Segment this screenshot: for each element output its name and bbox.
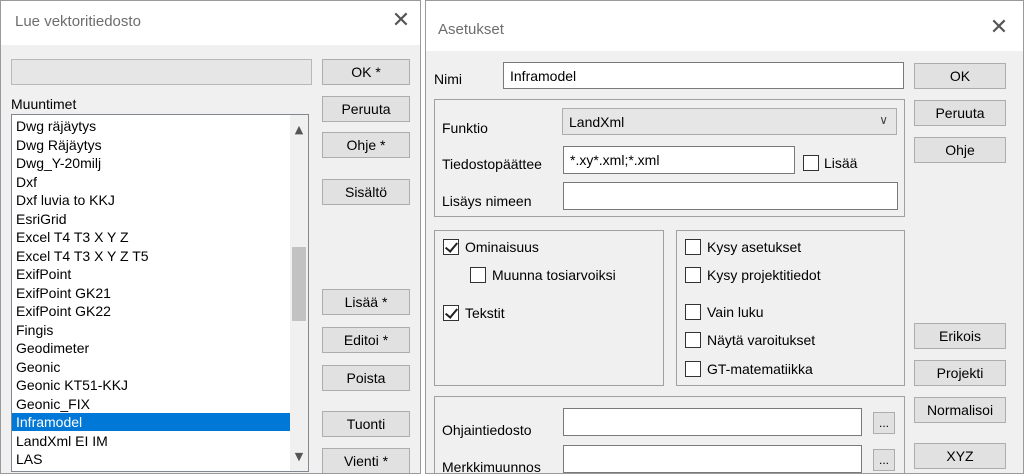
- list-item[interactable]: Excel T4 T3 X Y Z T5: [12, 247, 292, 265]
- options-group-left: Ominaisuus Muunna tosiarvoiksi Tekstit: [434, 230, 664, 386]
- show-warnings-checkbox[interactable]: [685, 332, 701, 348]
- list-item[interactable]: Inframodel: [12, 413, 292, 431]
- dialog-titlebar: Asetukset ✕: [426, 1, 1023, 51]
- list-item[interactable]: Geonic KT51-KKJ: [12, 376, 292, 394]
- list-item[interactable]: Fingis: [12, 321, 292, 339]
- read-vector-file-dialog: Lue vektoritiedosto ✕ Muuntimet Dwg räjä…: [0, 0, 421, 474]
- import-button[interactable]: Tuonti: [322, 411, 410, 437]
- remove-button[interactable]: Poista: [322, 365, 410, 391]
- show-warnings-label: Näytä varoitukset: [707, 332, 816, 348]
- list-item[interactable]: LandXml EI IM: [12, 432, 292, 450]
- content-button[interactable]: Sisältö: [322, 179, 410, 205]
- property-checkbox[interactable]: [443, 239, 459, 255]
- list-item[interactable]: ExifPoint: [12, 265, 292, 283]
- ask-project-info-checkbox[interactable]: [685, 267, 701, 283]
- name-suffix-field[interactable]: [563, 182, 898, 210]
- list-item[interactable]: Dwg räjäytys: [12, 117, 292, 135]
- texts-checkbox[interactable]: [443, 305, 459, 321]
- help-button[interactable]: Ohje: [914, 137, 1006, 163]
- converters-label: Muuntimet: [11, 96, 77, 112]
- extension-add-checkbox[interactable]: [803, 155, 819, 171]
- filter-field[interactable]: [11, 59, 312, 85]
- gt-math-checkbox[interactable]: [685, 361, 701, 377]
- xyz-button[interactable]: XYZ: [914, 443, 1006, 469]
- scroll-thumb[interactable]: [292, 247, 306, 321]
- ask-settings-checkbox[interactable]: [685, 239, 701, 255]
- name-suffix-label: Lisäys nimeen: [442, 193, 532, 209]
- dialog-title: Lue vektoritiedosto: [15, 13, 141, 30]
- control-file-browse-button[interactable]: ...: [873, 412, 895, 434]
- list-item[interactable]: Dwg_Y-20milj: [12, 154, 292, 172]
- settings-dialog: Asetukset ✕ Nimi Inframodel Funktio Land…: [425, 0, 1024, 474]
- list-item[interactable]: LAS: [12, 450, 292, 468]
- convert-to-true-values-label: Muunna tosiarvoiksi: [492, 267, 616, 283]
- scroll-down-icon[interactable]: ▼: [290, 448, 308, 466]
- convert-to-true-values-checkbox[interactable]: [470, 267, 486, 283]
- property-label: Ominaisuus: [465, 239, 539, 255]
- read-only-checkbox[interactable]: [685, 304, 701, 320]
- list-item[interactable]: Excel T4 T3 X Y Z: [12, 228, 292, 246]
- extension-label: Tiedostopäättee: [442, 156, 542, 172]
- normalize-button[interactable]: Normalisoi: [914, 397, 1006, 423]
- list-item[interactable]: Geonic_FIX: [12, 395, 292, 413]
- function-select[interactable]: LandXml ∨: [562, 108, 897, 135]
- options-group-right: Kysy asetukset Kysy projektitiedot Vain …: [676, 230, 905, 386]
- char-conversion-field[interactable]: [563, 445, 862, 473]
- extension-field[interactable]: *.xy*.xml;*.xml: [563, 146, 795, 174]
- name-label: Nimi: [434, 71, 462, 87]
- ok-button[interactable]: OK: [914, 63, 1006, 89]
- texts-label: Tekstit: [465, 305, 505, 321]
- list-item[interactable]: Dxf: [12, 173, 292, 191]
- cancel-button[interactable]: Peruuta: [322, 96, 410, 122]
- close-icon[interactable]: ✕: [984, 14, 1014, 44]
- function-value: LandXml: [569, 113, 625, 130]
- files-group: Ohjaintiedosto ... Merkkimuunnos ...: [434, 396, 905, 474]
- control-file-field[interactable]: [563, 408, 862, 436]
- list-item[interactable]: Geodimeter: [12, 339, 292, 357]
- add-button[interactable]: Lisää *: [322, 289, 410, 315]
- edit-button[interactable]: Editoi *: [322, 327, 410, 353]
- list-item[interactable]: ExifPoint GK22: [12, 302, 292, 320]
- function-label: Funktio: [442, 120, 488, 136]
- list-item[interactable]: Dxf luvia to KKJ: [12, 191, 292, 209]
- read-only-label: Vain luku: [707, 304, 764, 320]
- cancel-button[interactable]: Peruuta: [914, 100, 1006, 126]
- ok-button[interactable]: OK *: [322, 59, 410, 85]
- gt-math-label: GT-matematiikka: [707, 361, 813, 377]
- converters-list[interactable]: Dwg räjäytys Dwg Räjäytys Dwg_Y-20milj Dxf D…: [11, 114, 309, 472]
- list-item[interactable]: ExifPoint GK21: [12, 284, 292, 302]
- export-button[interactable]: Vienti *: [322, 448, 410, 473]
- control-file-label: Ohjaintiedosto: [442, 422, 532, 438]
- close-icon[interactable]: ✕: [386, 7, 416, 37]
- dialog-titlebar: Lue vektoritiedosto ✕: [1, 1, 420, 45]
- list-item[interactable]: Geonic: [12, 358, 292, 376]
- list-item[interactable]: EsriGrid: [12, 210, 292, 228]
- chevron-down-icon: ∨: [879, 113, 888, 127]
- special-button[interactable]: Erikois: [914, 323, 1006, 349]
- dialog-title: Asetukset: [438, 21, 504, 38]
- list-item[interactable]: Dwg Räjäytys: [12, 136, 292, 154]
- name-field[interactable]: Inframodel: [503, 62, 904, 89]
- char-conversion-label: Merkkimuunnos: [442, 459, 541, 474]
- scroll-up-icon[interactable]: ▲: [290, 121, 308, 139]
- project-button[interactable]: Projekti: [914, 360, 1006, 386]
- list-scrollbar[interactable]: ▲ ▼: [290, 115, 308, 471]
- ask-settings-label: Kysy asetukset: [707, 239, 802, 255]
- extension-add-label: Lisää: [824, 155, 858, 171]
- help-button[interactable]: Ohje *: [322, 132, 410, 158]
- char-conversion-browse-button[interactable]: ...: [873, 449, 895, 471]
- function-group: Funktio LandXml ∨ Tiedostopäättee *.xy*.…: [434, 99, 905, 217]
- ask-project-info-label: Kysy projektitiedot: [707, 267, 821, 283]
